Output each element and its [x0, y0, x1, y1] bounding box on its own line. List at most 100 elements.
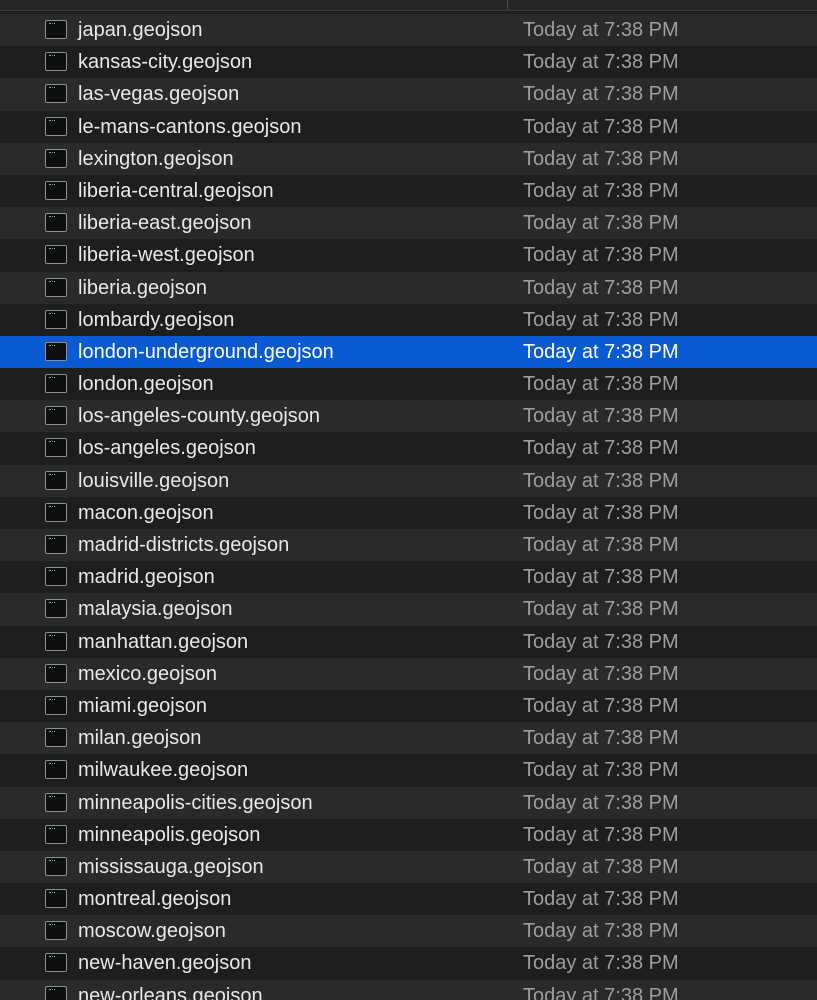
file-name[interactable]: lexington.geojson — [78, 143, 234, 175]
file-name[interactable]: london.geojson — [78, 368, 214, 400]
document-icon[interactable] — [45, 277, 67, 297]
file-row[interactable]: moscow.geojson Today at 7:38 PM — [0, 915, 817, 948]
file-name[interactable]: los-angeles-county.geojson — [78, 400, 320, 432]
file-row[interactable]: madrid.geojson Today at 7:38 PM — [0, 561, 817, 594]
document-icon[interactable] — [45, 599, 67, 619]
document-icon[interactable] — [45, 663, 67, 683]
file-name[interactable]: lombardy.geojson — [78, 304, 234, 336]
file-row[interactable]: japan.geojson Today at 7:38 PM — [0, 14, 817, 47]
document-icon[interactable] — [45, 760, 67, 780]
document-icon[interactable] — [45, 470, 67, 490]
document-icon[interactable] — [45, 20, 67, 39]
file-row[interactable]: mississauga.geojson Today at 7:38 PM — [0, 850, 817, 884]
document-icon[interactable] — [45, 921, 67, 941]
file-name[interactable]: london-underground.geojson — [78, 336, 334, 368]
date-modified: Today at 7:38 PM — [523, 694, 679, 717]
document-icon[interactable] — [45, 889, 67, 909]
document-icon[interactable] — [45, 245, 67, 265]
file-row[interactable]: liberia.geojson Today at 7:38 PM — [0, 271, 817, 304]
file-row[interactable]: minneapolis.geojson Today at 7:38 PM — [0, 818, 817, 851]
document-icon[interactable] — [45, 985, 67, 1000]
file-row[interactable]: new-haven.geojson Today at 7:38 PM — [0, 947, 817, 980]
file-row[interactable]: liberia-central.geojson Today at 7:38 PM — [0, 174, 817, 208]
file-row[interactable]: madrid-districts.geojson Today at 7:38 PM — [0, 529, 817, 562]
document-icon[interactable] — [45, 856, 67, 876]
file-row[interactable]: le-mans-cantons.geojson Today at 7:38 PM — [0, 110, 817, 143]
document-icon[interactable] — [45, 213, 67, 233]
file-row[interactable]: milan.geojson Today at 7:38 PM — [0, 722, 817, 755]
file-row[interactable]: liberia-east.geojson Today at 7:38 PM — [0, 207, 817, 240]
file-row[interactable]: las-vegas.geojson Today at 7:38 PM — [0, 78, 817, 111]
document-icon[interactable] — [45, 438, 67, 458]
file-row[interactable]: manhattan.geojson Today at 7:38 PM — [0, 625, 817, 658]
column-divider[interactable] — [507, 0, 508, 10]
document-icon[interactable] — [45, 341, 67, 361]
file-row[interactable]: los-angeles.geojson Today at 7:38 PM — [0, 432, 817, 465]
file-name[interactable]: new-haven.geojson — [78, 947, 251, 979]
file-name[interactable]: liberia-east.geojson — [78, 207, 251, 239]
file-name[interactable]: manhattan.geojson — [78, 626, 248, 658]
file-row[interactable]: new-orleans.geojson Today at 7:38 PM — [0, 979, 817, 1000]
document-icon[interactable] — [45, 148, 67, 168]
file-row[interactable]: minneapolis-cities.geojson Today at 7:38 … — [0, 786, 817, 819]
file-name[interactable]: los-angeles.geojson — [78, 432, 256, 464]
file-name[interactable]: madrid-districts.geojson — [78, 529, 289, 561]
file-name[interactable]: liberia-west.geojson — [78, 239, 255, 271]
file-row[interactable]: liberia-west.geojson Today at 7:38 PM — [0, 239, 817, 272]
file-row[interactable]: louisville.geojson Today at 7:38 PM — [0, 464, 817, 497]
document-icon[interactable] — [45, 116, 67, 136]
file-name[interactable]: las-vegas.geojson — [78, 78, 239, 110]
document-icon[interactable] — [45, 953, 67, 973]
file-row[interactable]: london.geojson Today at 7:38 PM — [0, 368, 817, 401]
document-icon[interactable] — [45, 695, 67, 715]
file-row[interactable]: lombardy.geojson Today at 7:38 PM — [0, 303, 817, 336]
document-icon[interactable] — [45, 567, 67, 587]
file-name[interactable]: milwaukee.geojson — [78, 754, 248, 786]
file-name[interactable]: minneapolis.geojson — [78, 819, 260, 851]
date-modified: Today at 7:38 PM — [523, 791, 679, 814]
document-icon[interactable] — [45, 728, 67, 748]
file-name[interactable]: mexico.geojson — [78, 658, 217, 690]
document-icon[interactable] — [45, 406, 67, 426]
file-row[interactable]: miami.geojson Today at 7:38 PM — [0, 689, 817, 723]
file-name[interactable]: louisville.geojson — [78, 465, 229, 497]
file-row[interactable]: milwaukee.geojson Today at 7:38 PM — [0, 754, 817, 787]
document-icon[interactable] — [45, 631, 67, 651]
file-row[interactable]: los-angeles-county.geojson Today at 7:38 … — [0, 400, 817, 433]
file-row[interactable]: macon.geojson Today at 7:38 PM — [0, 496, 817, 529]
document-icon[interactable] — [45, 374, 67, 394]
file-name[interactable]: japan.geojson — [78, 14, 203, 46]
file-row[interactable]: mexico.geojson Today at 7:38 PM — [0, 657, 817, 690]
file-name[interactable]: macon.geojson — [78, 497, 214, 529]
file-name[interactable]: montreal.geojson — [78, 883, 231, 915]
document-icon[interactable] — [45, 792, 67, 812]
file-name[interactable]: minneapolis-cities.geojson — [78, 787, 313, 819]
document-icon[interactable] — [45, 180, 67, 200]
file-row[interactable]: montreal.geojson Today at 7:38 PM — [0, 883, 817, 916]
file-name[interactable]: malaysia.geojson — [78, 593, 233, 625]
file-name[interactable]: milan.geojson — [78, 722, 201, 754]
document-icon[interactable] — [45, 535, 67, 554]
file-row[interactable]: kansas-city.geojson Today at 7:38 PM — [0, 46, 817, 79]
file-name[interactable]: le-mans-cantons.geojson — [78, 111, 301, 143]
document-icon[interactable] — [45, 824, 67, 844]
file-name[interactable]: liberia.geojson — [78, 272, 207, 304]
document-icon[interactable] — [45, 52, 67, 72]
document-glyph — [49, 892, 55, 895]
file-row[interactable]: malaysia.geojson Today at 7:38 PM — [0, 593, 817, 626]
file-name[interactable]: liberia-central.geojson — [78, 175, 274, 207]
file-name[interactable]: madrid.geojson — [78, 561, 215, 593]
document-icon[interactable] — [45, 502, 67, 522]
document-icon[interactable] — [45, 84, 67, 104]
file-name[interactable]: mississauga.geojson — [78, 851, 264, 883]
file-row[interactable]: london-underground.geojson Today at 7:38 … — [0, 335, 817, 369]
file-name[interactable]: new-orleans.geojson — [78, 980, 263, 1000]
document-icon[interactable] — [45, 309, 67, 329]
file-name[interactable]: miami.geojson — [78, 690, 207, 722]
date-modified: Today at 7:38 PM — [523, 984, 679, 1000]
file-name[interactable]: moscow.geojson — [78, 915, 226, 947]
column-header-bar[interactable] — [0, 0, 817, 11]
file-name[interactable]: kansas-city.geojson — [78, 46, 252, 78]
document-glyph — [49, 859, 55, 863]
file-row[interactable]: lexington.geojson Today at 7:38 PM — [0, 142, 817, 175]
